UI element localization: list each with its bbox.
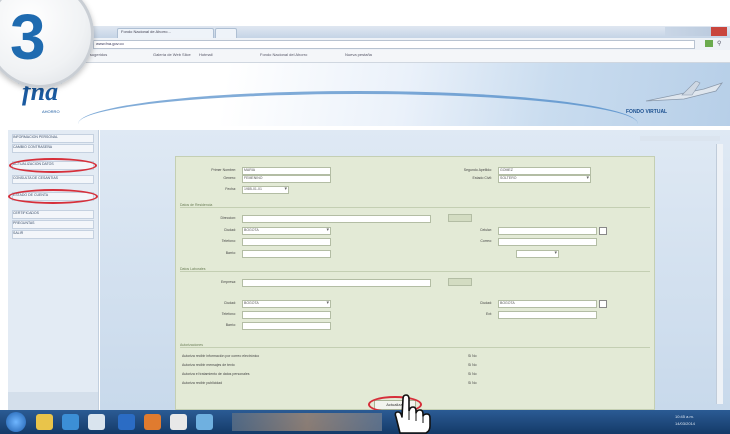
yes-no-radio[interactable]: Si No [468, 363, 498, 367]
work-city-2-input[interactable]: BOGOTA [498, 300, 597, 308]
system-tray: 10:45 a.m. 14/03/2014 [645, 412, 727, 432]
email-input[interactable] [498, 238, 597, 246]
sidebar-item-logout[interactable]: SALIR [12, 230, 94, 239]
authorization-question: Autoriza recibir información por correo … [182, 354, 260, 358]
start-button[interactable] [6, 412, 26, 432]
airplane-icon [645, 81, 724, 102]
neighborhood-input[interactable] [242, 250, 331, 258]
close-window-button[interactable] [711, 27, 727, 36]
url-input[interactable]: www.fna.gov.co [93, 40, 695, 49]
field-label: Direccion: [220, 216, 236, 220]
authorization-question: Autoriza recibir publicidad [182, 381, 223, 385]
field-label: Estado Civil: [472, 176, 492, 180]
authorization-question: Autoriza recibir mensajes de texto [182, 363, 235, 367]
banner-title: FONDO VIRTUAL [626, 109, 668, 115]
address-helper-button[interactable] [448, 214, 472, 222]
logo-subtitle: AHORRO [42, 109, 60, 114]
yes-no-radio[interactable]: Si No [468, 354, 498, 358]
sidebar-item-password[interactable]: CAMBIO CONTRASEÑA [12, 144, 94, 153]
highlight-circle [8, 189, 98, 204]
field-label: Ext: [485, 312, 492, 316]
chrome-icon[interactable] [170, 414, 187, 430]
phone-input[interactable] [242, 238, 331, 246]
field-label: Barrio: [225, 251, 236, 255]
clock-time[interactable]: 10:45 a.m. [675, 414, 694, 419]
app-icon[interactable] [144, 414, 161, 430]
calendar-icon[interactable] [599, 300, 607, 308]
work-city-select[interactable]: BOGOTA [242, 300, 331, 308]
sidebar-footer [8, 392, 98, 410]
taskbar-window-previews[interactable] [232, 413, 382, 431]
work-phone-input[interactable] [242, 311, 331, 319]
section-title: Datos de Residencia [180, 203, 650, 208]
field-label: Ciudad: [223, 301, 236, 305]
field-label: Celular: [479, 228, 492, 232]
url-text: www.fna.gov.co [96, 41, 124, 46]
company-input[interactable] [242, 279, 431, 287]
city-select[interactable]: BOGOTA [242, 227, 331, 235]
sidebar: INFORMACION PERSONAL CAMBIO CONTRASEÑA A… [8, 130, 99, 410]
field-label: Empresa: [221, 280, 236, 284]
field-label: Ciudad: [223, 228, 236, 232]
field-label: Primer Nombre: [211, 168, 236, 172]
clock-date: 14/03/2014 [675, 421, 696, 426]
taskbar: 10:45 a.m. 14/03/2014 [0, 410, 730, 434]
sidebar-item-questions[interactable]: PREGUNTAS [12, 220, 94, 229]
field-label: Segundo Apellido: [463, 168, 492, 172]
gender-input[interactable]: FEMENINO [242, 175, 331, 183]
app-icon[interactable] [196, 414, 213, 430]
yes-no-radio[interactable]: Si No [468, 381, 498, 385]
calendar-icon[interactable] [599, 227, 607, 235]
highlight-circle [9, 158, 97, 173]
sidebar-item-cesantias[interactable]: CONSULTA DE CESANTIAS [12, 175, 94, 184]
browser-tab[interactable]: Fondo Nacional de Ahorro... [117, 28, 214, 38]
field-label: Correo: [480, 239, 492, 243]
hand-cursor-icon [394, 394, 431, 434]
scrollbar[interactable] [716, 144, 723, 404]
field-label: Telefono: [221, 312, 236, 316]
second-surname-input[interactable]: GOMEZ [498, 167, 591, 175]
sidebar-item-certificates[interactable]: CERTIFICADOS [12, 210, 94, 219]
update-form: Primer Nombre: MARIA Segundo Apellido: G… [175, 156, 655, 413]
word-icon[interactable] [118, 414, 135, 430]
compatibility-icon[interactable] [705, 40, 713, 47]
sidebar-item-personal[interactable]: INFORMACION PERSONAL [12, 134, 94, 143]
site-banner: fna AHORRO FONDO VIRTUAL [8, 63, 730, 126]
field-label: Telefono: [221, 239, 236, 243]
favorites-bar: Sitios sugeridos Galería de Web Slice Ho… [65, 50, 730, 63]
internet-explorer-icon[interactable] [62, 414, 79, 430]
work-neighborhood-input[interactable] [242, 322, 331, 330]
field-label: Barrio: [225, 323, 236, 327]
type-select[interactable] [516, 250, 559, 258]
yes-no-radio[interactable]: Si No [468, 372, 498, 376]
address-input[interactable] [242, 215, 431, 223]
field-label: Ciudad: [479, 301, 492, 305]
first-name-input[interactable]: MARIA [242, 167, 331, 175]
folder-icon[interactable] [36, 414, 53, 430]
extension-input[interactable] [498, 311, 597, 319]
browser-titlebar: Fondo Nacional de Ahorro... [65, 26, 730, 38]
section-title: Autorizaciones [180, 343, 650, 348]
date-select[interactable]: 1985-01-01 [242, 186, 289, 194]
section-title: Datos Laborales [180, 267, 650, 272]
bookmark-item[interactable]: Galería de Web Slice [153, 52, 193, 59]
bookmark-item[interactable]: Nueva pestaña [345, 52, 405, 59]
field-label: Fecha: [225, 187, 236, 191]
media-icon[interactable] [88, 414, 105, 430]
bookmark-item[interactable]: Hotmail [199, 52, 249, 59]
user-info-bar [640, 136, 720, 141]
main-content: Primer Nombre: MARIA Segundo Apellido: G… [100, 130, 730, 413]
tab-label: Fondo Nacional de Ahorro... [121, 29, 171, 34]
civil-status-select[interactable]: SOLTERO [498, 175, 591, 183]
search-icon[interactable]: ⚲ [717, 40, 725, 47]
bookmark-item[interactable]: Fondo Nacional del Ahorro [260, 52, 330, 59]
field-label: Genero: [223, 176, 236, 180]
cellphone-input[interactable] [498, 227, 597, 235]
step-number: 3 [10, 1, 46, 73]
banner-swoosh [78, 91, 638, 124]
authorization-question: Autoriza el tratamiento de datos persona… [182, 372, 250, 376]
address-helper-button[interactable] [448, 278, 472, 286]
new-tab-button[interactable] [215, 28, 237, 38]
